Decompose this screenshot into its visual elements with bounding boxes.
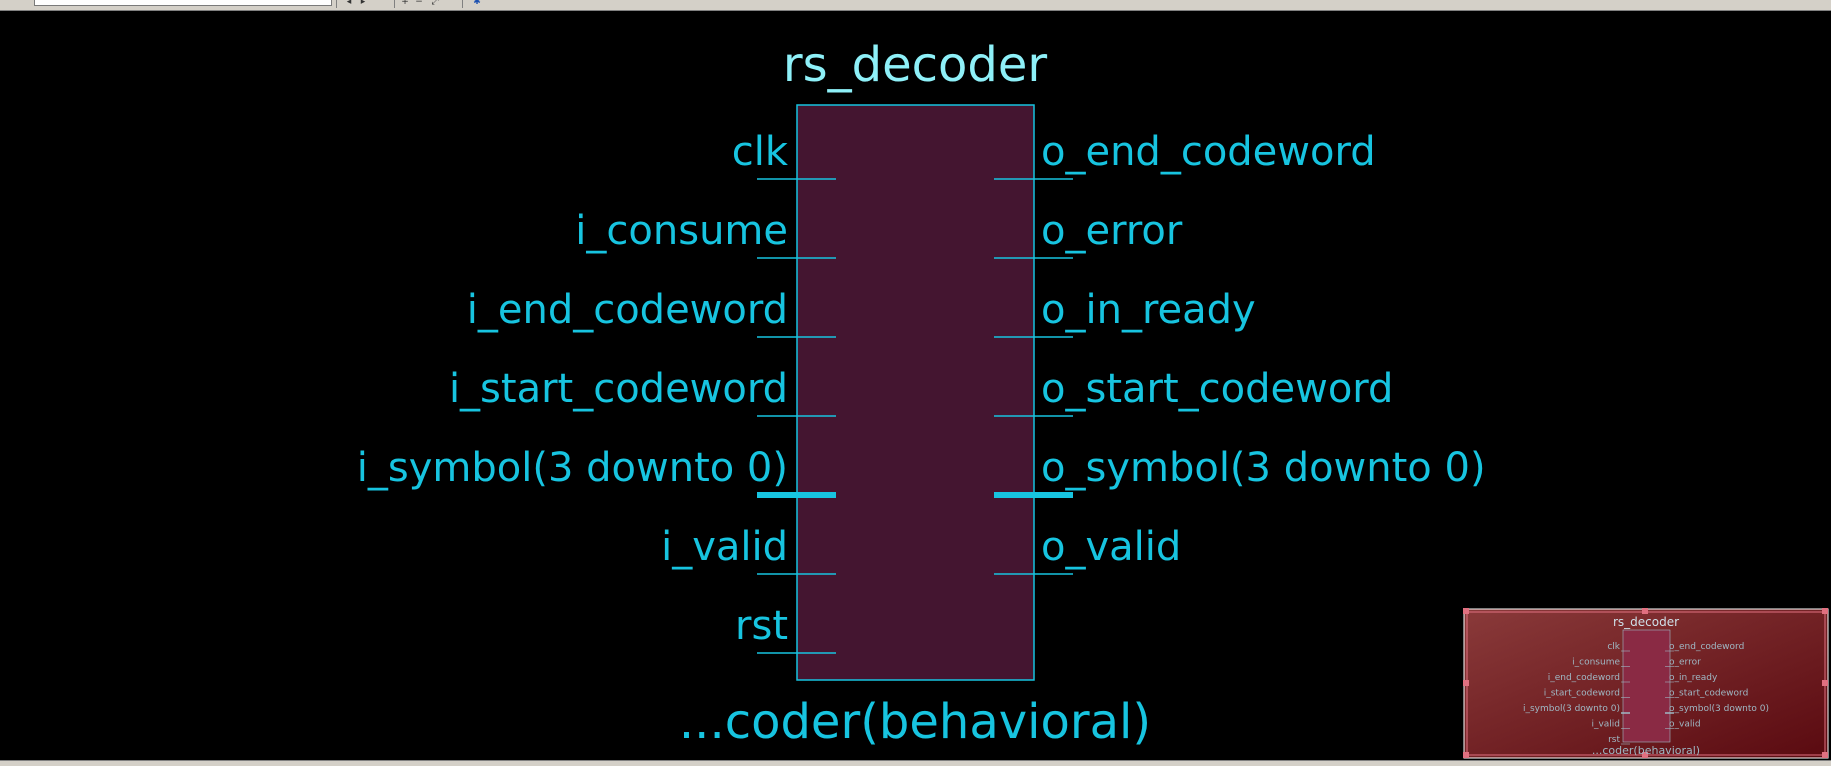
input-port-i-valid[interactable]: i_valid	[661, 524, 788, 570]
input-port-i-start-codeword[interactable]: i_start_codeword	[449, 366, 788, 412]
output-port-o-error[interactable]: o_error	[1041, 208, 1183, 254]
schematic-canvas[interactable]: rs_decoder clk i_consume i_end_codeword i_s…	[0, 11, 1831, 760]
zoom-out-icon[interactable]: −	[412, 0, 426, 9]
minimap-port-i-symbol-3-downto-0: i_symbol(3 downto 0)	[1523, 704, 1620, 714]
entity-block[interactable]	[796, 104, 1035, 681]
schematic-view[interactable]: rs_decoder clk i_consume i_end_codeword i_s…	[0, 11, 1831, 760]
viewport-handle[interactable]	[1463, 680, 1469, 686]
viewport-handle[interactable]	[1822, 608, 1828, 614]
output-port-o-symbol-3-downto-0[interactable]: o_symbol(3 downto 0)	[1041, 445, 1486, 491]
minimap[interactable]: rs_decoder clk i_consume i_end_codeword i_s…	[1463, 608, 1829, 759]
minimap-port-clk: clk	[1607, 642, 1620, 652]
input-port-i-end-codeword[interactable]: i_end_codeword	[467, 287, 788, 333]
input-port-i-symbol-3-downto-0[interactable]: i_symbol(3 downto 0)	[357, 445, 788, 491]
minimap-port-o-end-codeword: o_end_codeword	[1669, 642, 1744, 652]
output-port-o-end-codeword[interactable]: o_end_codeword	[1041, 129, 1376, 175]
forward-icon[interactable]: ▸	[356, 0, 370, 9]
viewport-handle[interactable]	[1822, 752, 1828, 758]
minimap-port-i-valid: i_valid	[1591, 720, 1620, 730]
status-bar	[0, 760, 1831, 766]
input-port-i-consume[interactable]: i_consume	[575, 208, 788, 254]
minimap-port-o-symbol-3-downto-0: o_symbol(3 downto 0)	[1669, 704, 1769, 714]
toolbar: ◂ ▸ + − ⤢ ✱	[0, 0, 1831, 11]
input-port-rst[interactable]: rst	[735, 603, 788, 649]
entity-title: rs_decoder	[783, 37, 1048, 93]
minimap-port-i-end-codeword: i_end_codeword	[1548, 673, 1620, 683]
output-port-o-start-codeword[interactable]: o_start_codeword	[1041, 366, 1393, 412]
minimap-port-i-start-codeword: i_start_codeword	[1544, 689, 1620, 699]
minimap-port-o-in-ready: o_in_ready	[1669, 673, 1718, 683]
zoom-in-icon[interactable]: +	[398, 0, 412, 9]
minimap-port-o-error: o_error	[1669, 658, 1701, 668]
toolbar-separator	[462, 0, 463, 8]
viewport-handle[interactable]	[1463, 608, 1469, 614]
search-input[interactable]	[34, 0, 332, 6]
input-port-clk[interactable]: clk	[732, 129, 789, 175]
input-ports: clk i_consume i_end_codeword i_start_codewo…	[357, 129, 836, 654]
minimap-port-o-valid: o_valid	[1669, 720, 1701, 730]
minimap-port-o-start-codeword: o_start_codeword	[1669, 689, 1748, 699]
back-icon[interactable]: ◂	[342, 0, 356, 9]
viewport-handle[interactable]	[1822, 680, 1828, 686]
viewport-handle[interactable]	[1642, 608, 1648, 614]
minimap-port-i-consume: i_consume	[1572, 658, 1620, 668]
minimap-architecture-label: ...coder(behavioral)	[1592, 744, 1700, 757]
pin-icon[interactable]: ✱	[470, 0, 484, 9]
zoom-fit-icon[interactable]: ⤢	[428, 0, 442, 9]
output-ports: o_end_codeword o_error o_in_ready o_start_c…	[994, 129, 1486, 575]
architecture-label: ...coder(behavioral)	[679, 694, 1151, 750]
output-port-o-in-ready[interactable]: o_in_ready	[1041, 287, 1256, 333]
minimap-title: rs_decoder	[1613, 615, 1679, 629]
minimap-entity-block	[1622, 629, 1671, 743]
toolbar-separator	[336, 0, 337, 8]
toolbar-separator	[394, 0, 395, 8]
viewport-handle[interactable]	[1463, 752, 1469, 758]
output-port-o-valid[interactable]: o_valid	[1041, 524, 1181, 570]
